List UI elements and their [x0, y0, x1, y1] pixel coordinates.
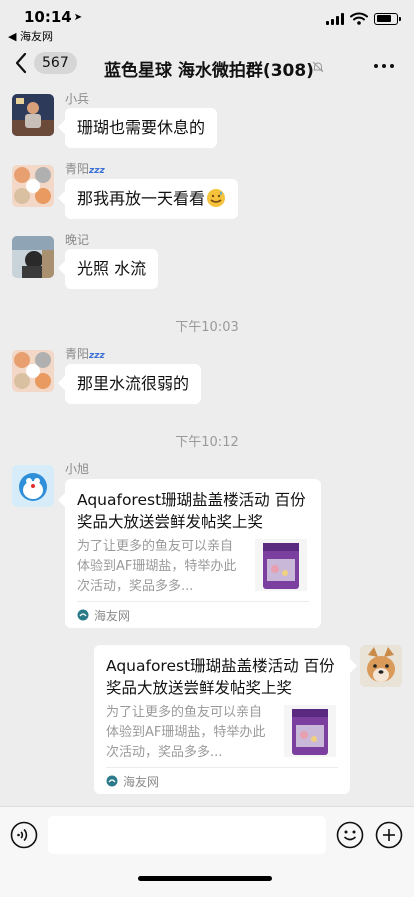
link-card-body: 为了让更多的鱼友可以亲自体验到AF珊瑚盐，特举办此次活动，奖品多多... [106, 703, 338, 775]
sender-name: 小旭 [65, 462, 90, 476]
my-avatar[interactable] [360, 645, 402, 687]
avatar-image [12, 465, 54, 507]
message-list[interactable]: 小兵 珊瑚也需要休息的 青阳zzz 那我再放一天看看 晚记 光照 水流 下午10… [0, 90, 414, 806]
voice-input-icon[interactable] [10, 821, 38, 849]
location-arrow-icon: ➤ [73, 12, 83, 23]
chat-header: 567 蓝色星球 海水微拍群(308) [0, 44, 414, 90]
message-bubble[interactable]: 那我再放一天看看 [65, 179, 239, 219]
more-options-button[interactable] [374, 64, 394, 68]
link-card-description: 为了让更多的鱼友可以亲自体验到AF珊瑚盐，特举办此次活动，奖品多多... [106, 705, 266, 760]
status-bar: 10:14 ➤ ◀ 海友网 [0, 0, 414, 44]
salt-bucket-thumbnail [284, 705, 336, 757]
link-card-body: 为了让更多的鱼友可以亲自体验到AF珊瑚盐，特举办此次活动，奖品多多... [77, 537, 309, 609]
site-logo-icon [77, 609, 89, 621]
avatar-image [12, 165, 54, 207]
avatar-image [360, 645, 402, 687]
sleep-zz-icon: zzz [89, 166, 105, 176]
link-card-description: 为了让更多的鱼友可以亲自体验到AF珊瑚盐，特举办此次活动，奖品多多... [77, 539, 237, 594]
avatar[interactable] [12, 236, 54, 278]
avatar-image [12, 236, 54, 278]
sweat-smile-emoji-icon [207, 189, 226, 207]
status-icons [326, 12, 401, 25]
avatar[interactable] [12, 465, 54, 507]
clock: 10:14 ➤ [24, 8, 83, 26]
unread-count-badge: 567 [34, 52, 77, 74]
sender-name: 晚记 [65, 233, 90, 247]
message-text: 那我再放一天看看 [77, 189, 206, 208]
avatar[interactable] [12, 350, 54, 392]
link-card-title: Aquaforest珊瑚盐盖楼活动 百份奖品大放送尝鲜发帖奖上奖 [77, 491, 306, 531]
mute-bell-icon [312, 61, 324, 73]
site-logo-icon [106, 775, 118, 787]
avatar-image [12, 94, 54, 136]
sender-name: 青阳zzz [65, 347, 105, 361]
avatar[interactable] [12, 165, 54, 207]
link-card[interactable]: Aquaforest珊瑚盐盖楼活动 百份奖品大放送尝鲜发帖奖上奖 为了让更多的鱼… [65, 479, 321, 628]
message-input[interactable] [48, 816, 326, 854]
battery-icon [374, 12, 401, 25]
input-bar [0, 806, 414, 897]
message-timestamp: 下午10:12 [175, 435, 239, 450]
plus-icon[interactable] [375, 821, 403, 849]
message-text: 光照 水流 [77, 259, 147, 278]
avatar-image [12, 350, 54, 392]
link-card-source: 海友网 [106, 767, 338, 794]
emoji-icon[interactable] [336, 821, 364, 849]
chevron-left-icon [15, 52, 27, 74]
avatar[interactable] [12, 94, 54, 136]
link-card[interactable]: Aquaforest珊瑚盐盖楼活动 百份奖品大放送尝鲜发帖奖上奖 为了让更多的鱼… [94, 645, 350, 794]
chat-title: 蓝色星球 海水微拍群(308) [104, 61, 314, 81]
message-timestamp: 下午10:03 [175, 320, 239, 335]
message-bubble[interactable]: 珊瑚也需要休息的 [65, 108, 218, 148]
message-text: 那里水流很弱的 [77, 374, 190, 393]
wifi-icon [350, 12, 368, 25]
message-text: 珊瑚也需要休息的 [77, 118, 206, 137]
sleep-zz-icon: zzz [89, 351, 105, 361]
link-card-source: 海友网 [77, 601, 309, 628]
back-to-app-link[interactable]: ◀ 海友网 [8, 28, 53, 44]
sender-name: 小兵 [65, 92, 90, 106]
message-bubble[interactable]: 光照 水流 [65, 249, 159, 289]
message-bubble[interactable]: 那里水流很弱的 [65, 364, 202, 404]
link-card-title: Aquaforest珊瑚盐盖楼活动 百份奖品大放送尝鲜发帖奖上奖 [106, 657, 335, 697]
home-indicator [138, 876, 272, 881]
sender-name: 青阳zzz [65, 162, 105, 176]
back-button[interactable]: 567 [14, 52, 77, 74]
salt-bucket-thumbnail [255, 539, 307, 591]
cellular-signal-icon [326, 12, 344, 25]
